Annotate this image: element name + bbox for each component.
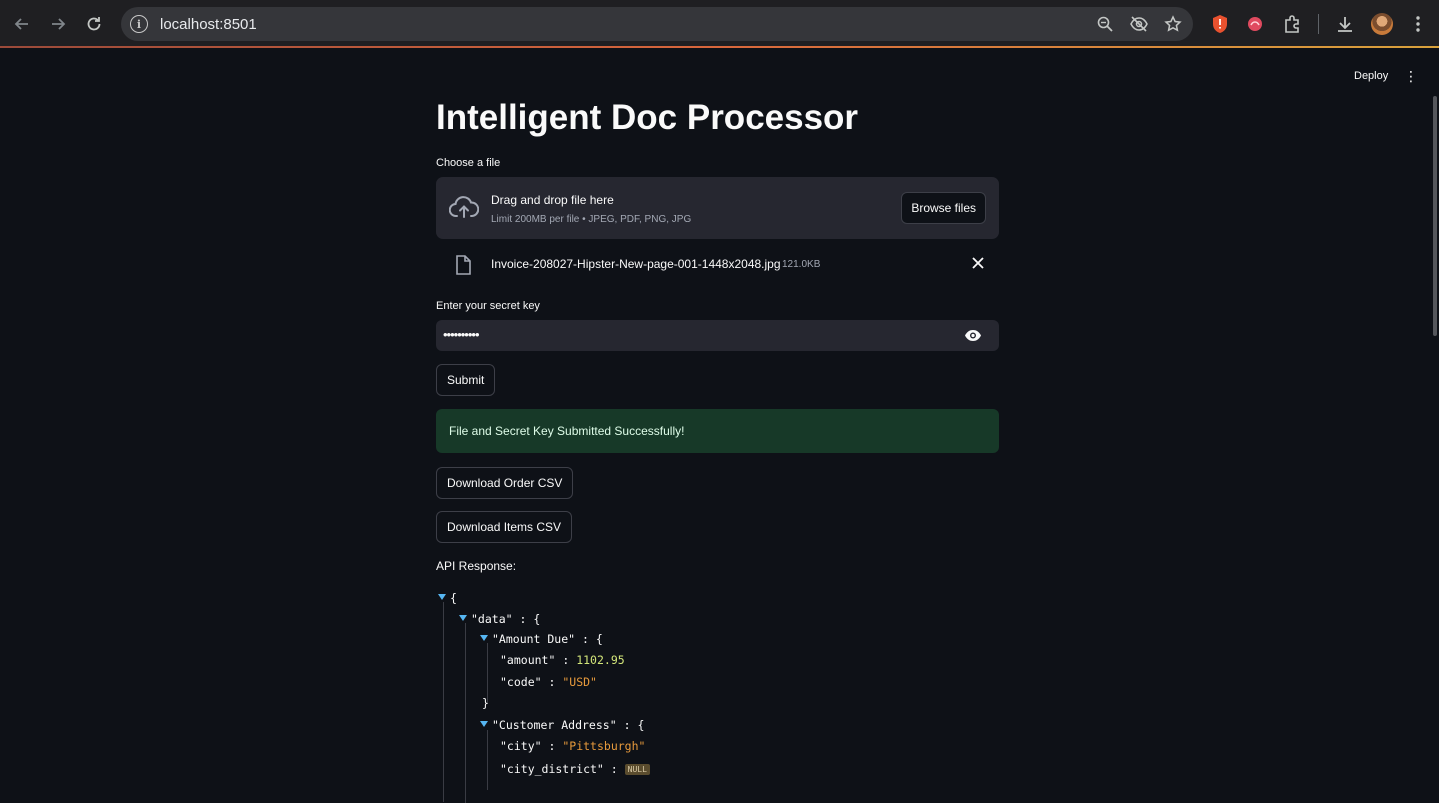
json-indent-guide [465,623,466,803]
expand-caret-icon[interactable] [480,721,488,727]
dropzone-limit: Limit 200MB per file • JPEG, PDF, PNG, J… [491,214,692,225]
page-scrollbar[interactable] [1433,96,1437,336]
expand-caret-icon[interactable] [459,615,467,621]
profile-avatar[interactable] [1371,13,1393,35]
secret-key-value: •••••••••• [443,327,480,342]
secret-key-label: Enter your secret key [436,300,540,312]
page-title: Intelligent Doc Processor [436,98,859,137]
file-dropzone[interactable]: Drag and drop file here Limit 200MB per … [436,177,999,239]
toolbar-separator [1318,14,1319,34]
submit-button[interactable]: Submit [436,364,496,396]
tracking-hidden-icon[interactable] [1129,14,1149,34]
forward-icon[interactable] [46,12,70,36]
extension-icon[interactable] [1243,12,1267,36]
uploaded-file-name: Invoice-208027-Hipster-New-page-001-1448… [491,257,781,271]
url-text: localhost:8501 [160,15,257,33]
site-info-icon[interactable]: i [130,15,148,33]
success-message: File and Secret Key Submitted Successful… [449,424,685,438]
remove-file-icon[interactable] [972,256,984,274]
json-indent-guide [487,643,488,703]
json-customer-address-line[interactable]: "Customer Address" : { [480,718,644,732]
deploy-button[interactable]: Deploy [1354,70,1388,82]
json-indent-guide [487,730,488,790]
uploaded-file-size: 121.0KB [782,259,821,270]
json-string-value: "Pittsburgh" [562,739,646,753]
menu-icon[interactable] [1406,12,1430,36]
expand-caret-icon[interactable] [438,594,446,600]
json-root-line[interactable]: { [438,591,457,605]
reload-icon[interactable] [82,12,106,36]
browser-toolbar: i localhost:8501 [0,0,1439,48]
back-icon[interactable] [10,12,34,36]
show-password-icon[interactable] [964,329,982,347]
json-indent-guide [443,602,444,802]
dropzone-title: Drag and drop file here [491,193,614,207]
loading-accent-line [0,46,1439,48]
json-code-line: "code" : "USD" [500,675,597,689]
uploader-label: Choose a file [436,157,501,169]
json-city-district-line: "city_district" : NULL [500,762,650,776]
app-menu-icon[interactable]: ⋮ [1404,68,1418,84]
json-null-badge: NULL [624,764,650,775]
json-close-brace: } [482,696,489,710]
download-icon[interactable] [1333,12,1357,36]
json-string-value: "USD" [562,675,597,689]
puzzle-icon[interactable] [1280,12,1304,36]
download-order-csv-button[interactable]: Download Order CSV [436,467,574,499]
json-amount-line: "amount" : 1102.95 [500,653,625,667]
json-city-line: "city" : "Pittsburgh" [500,739,646,753]
json-number-value: 1102.95 [576,653,625,667]
success-alert: File and Secret Key Submitted Successful… [436,409,999,453]
json-data-line[interactable]: "data" : { [459,612,540,626]
zoom-icon[interactable] [1095,14,1115,34]
download-items-csv-button[interactable]: Download Items CSV [436,511,573,543]
api-response-label: API Response: [436,559,517,573]
bookmark-star-icon[interactable] [1163,14,1183,34]
address-bar[interactable]: i localhost:8501 [121,7,1193,41]
expand-caret-icon[interactable] [480,635,488,641]
brave-shield-icon[interactable] [1208,12,1232,36]
browse-files-button[interactable]: Browse files [901,192,986,224]
file-icon [455,255,471,280]
secret-key-input[interactable]: •••••••••• [436,320,999,351]
json-amount-due-line[interactable]: "Amount Due" : { [480,632,603,646]
cloud-upload-icon [448,196,480,225]
